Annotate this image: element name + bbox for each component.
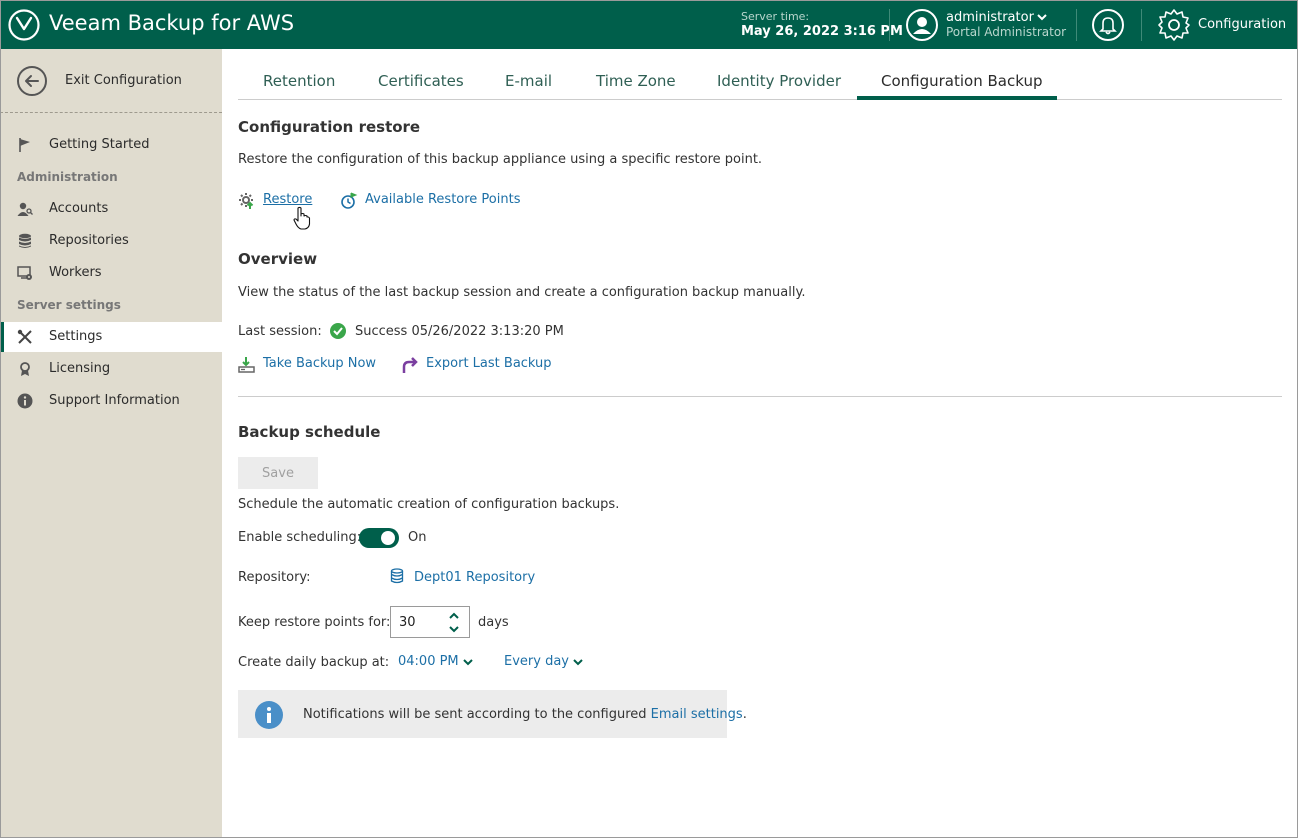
sidebar-item-label: Getting Started	[49, 137, 150, 152]
email-settings-link[interactable]: Email settings	[651, 707, 743, 722]
top-bar: Veeam Backup for AWS Server time: May 26…	[0, 0, 1298, 49]
sidebar-divider	[0, 112, 222, 113]
backup-frequency-value: Every day	[504, 654, 569, 669]
sidebar-item-label: Licensing	[49, 361, 111, 376]
sidebar-item-label: Workers	[49, 265, 102, 280]
sidebar-item-accounts[interactable]: Accounts	[0, 194, 222, 224]
sidebar-item-repositories[interactable]: Repositories	[0, 226, 222, 256]
user-key-icon	[17, 202, 33, 216]
sidebar-item-label: Settings	[49, 329, 103, 344]
sidebar-item-settings[interactable]: Settings	[0, 322, 232, 352]
chevron-down-icon	[573, 658, 583, 665]
enable-scheduling-toggle[interactable]	[359, 528, 399, 548]
restore-link[interactable]: Restore	[263, 192, 312, 207]
enable-scheduling-state: On	[408, 530, 427, 545]
toggle-knob	[381, 531, 395, 545]
gear-icon[interactable]	[1157, 8, 1191, 42]
repository-label: Repository:	[238, 570, 311, 585]
take-backup-download-icon	[238, 357, 255, 373]
wrench-screwdriver-icon	[17, 329, 32, 344]
exit-configuration-link[interactable]: Exit Configuration	[65, 73, 182, 88]
user-name[interactable]: administrator	[946, 10, 1034, 25]
export-arrow-icon	[402, 357, 418, 373]
sidebar-section-administration: Administration	[17, 170, 118, 184]
stepper-value[interactable]: 30	[399, 615, 416, 630]
sidebar-item-label: Accounts	[49, 201, 109, 216]
sidebar-item-workers[interactable]: Workers	[0, 258, 222, 288]
user-avatar-icon[interactable]	[906, 9, 938, 41]
section-divider	[238, 396, 1282, 397]
tab-email[interactable]: E-mail	[505, 72, 552, 90]
last-session-label: Last session:	[238, 324, 322, 339]
available-restore-points-link[interactable]: Available Restore Points	[365, 192, 521, 207]
tab-retention[interactable]: Retention	[263, 72, 335, 90]
settings-tabs: Retention Certificates E-mail Time Zone …	[238, 64, 1282, 100]
info-icon	[255, 701, 283, 729]
flag-icon	[19, 138, 30, 152]
tab-certificates[interactable]: Certificates	[378, 72, 464, 90]
veeam-logo-icon	[8, 9, 40, 41]
active-tab-indicator	[857, 96, 1057, 100]
database-icon	[19, 233, 31, 248]
info-circle-icon	[17, 393, 33, 409]
overview-heading: Overview	[238, 250, 318, 268]
configuration-restore-heading: Configuration restore	[238, 118, 421, 136]
restore-description: Restore the configuration of this backup…	[238, 152, 763, 167]
sidebar-item-support-information[interactable]: Support Information	[0, 386, 222, 416]
sidebar: Exit Configuration Getting Started Admin…	[0, 49, 232, 838]
schedule-description: Schedule the automatic creation of confi…	[238, 497, 620, 512]
info-text-body: Notifications will be sent according to …	[303, 707, 651, 722]
repository-link[interactable]: Dept01 Repository	[414, 570, 535, 585]
configuration-link[interactable]: Configuration	[1198, 17, 1286, 32]
info-text-suffix: .	[742, 707, 747, 722]
sidebar-item-getting-started[interactable]: Getting Started	[0, 130, 222, 160]
header-divider	[1141, 9, 1142, 41]
export-last-backup-link[interactable]: Export Last Backup	[426, 356, 552, 371]
app-title: Veeam Backup for AWS	[49, 11, 295, 35]
backup-time-value: 04:00 PM	[398, 654, 459, 669]
tab-identity-provider[interactable]: Identity Provider	[717, 72, 841, 90]
header-divider	[1076, 9, 1077, 41]
keep-restore-points-stepper[interactable]: 30	[390, 606, 470, 638]
user-role: Portal Administrator	[946, 25, 1067, 39]
sidebar-section-server-settings: Server settings	[17, 298, 121, 312]
keep-restore-points-label: Keep restore points for:	[238, 615, 391, 630]
chevron-down-icon	[462, 658, 473, 665]
bell-icon[interactable]	[1092, 9, 1124, 41]
take-backup-now-link[interactable]: Take Backup Now	[263, 356, 376, 371]
chevron-down-icon[interactable]	[447, 623, 461, 635]
backup-frequency-dropdown[interactable]: Every day	[504, 654, 583, 669]
save-button[interactable]: Save	[238, 457, 318, 489]
success-check-icon	[330, 323, 346, 339]
award-icon	[20, 362, 30, 376]
repository-database-icon	[390, 568, 404, 584]
sidebar-item-label: Support Information	[49, 393, 180, 408]
last-session-status: Success 05/26/2022 3:13:20 PM	[355, 324, 564, 339]
chevron-up-icon[interactable]	[447, 610, 461, 622]
tab-time-zone[interactable]: Time Zone	[596, 72, 676, 90]
server-time-value: May 26, 2022 3:16 PM	[741, 24, 903, 39]
notification-info-box: Notifications will be sent according to …	[238, 690, 747, 738]
restore-points-clock-icon	[341, 192, 358, 209]
overview-description: View the status of the last backup sessi…	[238, 285, 806, 300]
tab-configuration-backup[interactable]: Configuration Backup	[881, 72, 1042, 90]
keep-unit-label: days	[478, 615, 509, 630]
enable-scheduling-label: Enable scheduling:	[238, 530, 362, 545]
chevron-down-icon[interactable]	[1036, 12, 1048, 22]
backup-schedule-heading: Backup schedule	[238, 423, 381, 441]
backup-time-dropdown[interactable]: 04:00 PM	[398, 654, 473, 669]
restore-gear-icon	[239, 193, 254, 209]
info-text: Notifications will be sent according to …	[303, 707, 747, 722]
hand-cursor-icon	[293, 206, 311, 230]
back-arrow-icon[interactable]	[17, 66, 47, 96]
server-time-label: Server time:	[741, 10, 810, 23]
daily-backup-label: Create daily backup at:	[238, 655, 390, 670]
sidebar-item-label: Repositories	[49, 233, 129, 248]
sidebar-item-licensing[interactable]: Licensing	[0, 354, 222, 384]
header-divider	[889, 9, 890, 41]
monitor-gear-icon	[17, 266, 32, 280]
